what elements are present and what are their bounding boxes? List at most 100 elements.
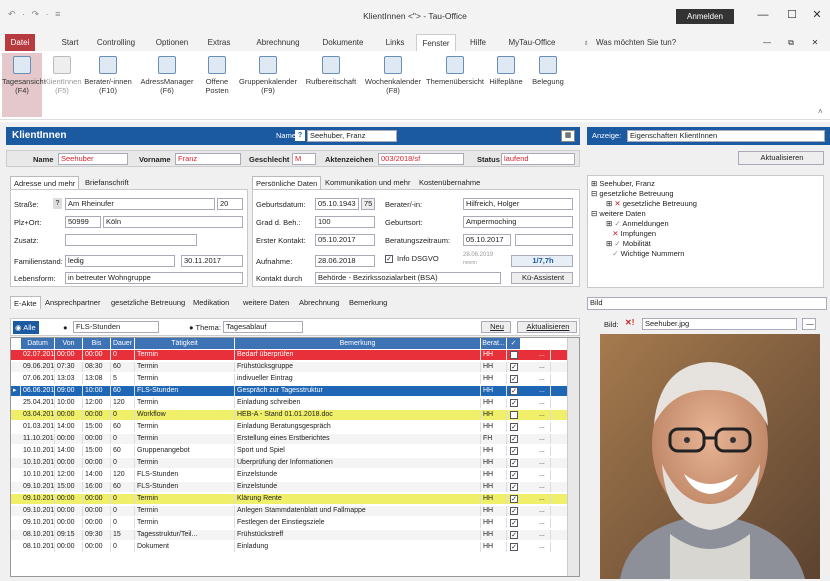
row-more-icon[interactable]: ...	[537, 350, 551, 360]
ribbon-offene-posten-button[interactable]: Offene Posten	[200, 53, 234, 117]
table-row[interactable]: 10.10.2018 14:00 15:00 60 Gruppenangebot Spor…	[11, 446, 567, 456]
ribbon-adressmanager-button[interactable]: AdressManager (F6)	[136, 53, 198, 117]
tab-adresse[interactable]: Adresse und mehr	[10, 176, 80, 189]
table-row[interactable]: 01.03.2019 14:00 15:00 60 Termin Einladung Be…	[11, 422, 567, 432]
bild-select[interactable]: Bild	[587, 297, 827, 310]
column-header[interactable]: Tätigkeit	[135, 338, 235, 349]
row-checkbox[interactable]	[510, 411, 518, 419]
row-checkbox[interactable]: ✓	[510, 387, 518, 395]
row-more-icon[interactable]: ...	[537, 470, 551, 480]
row-more-icon[interactable]: ...	[537, 362, 551, 372]
tree-item-betreuung-child[interactable]: ⊞ ✕ gesetzliche Betreuung	[606, 199, 697, 208]
table-row[interactable]: 09.06.2019 07:30 08:30 60 Termin Frühstücksgr…	[11, 362, 567, 372]
ribbon-close-icon[interactable]: ✕	[808, 34, 822, 51]
status-select[interactable]: laufend	[501, 153, 575, 165]
vorname-field[interactable]: Franz	[175, 153, 241, 165]
login-button[interactable]: Anmelden	[676, 9, 734, 24]
row-more-icon[interactable]: ...	[537, 398, 551, 408]
tab-abrechnung-akte[interactable]: Abrechnung	[296, 296, 342, 309]
berater-select[interactable]: Hilfreich, Holger	[463, 198, 573, 210]
column-header[interactable]: Berat...	[481, 338, 507, 349]
ribbon-rufbereitschaft-button[interactable]: Rufbereitschaft	[302, 53, 360, 117]
geburtsort-field[interactable]: Ampermoching	[463, 216, 573, 228]
hausnummer-field[interactable]: 20	[217, 198, 243, 210]
filter-alle-radio[interactable]: ◉ Alle	[13, 321, 39, 334]
strasse-field[interactable]: Am Rheinufer	[65, 198, 215, 210]
tab-persoenliche-daten[interactable]: Persönliche Daten	[252, 176, 322, 189]
tree-item-impfungen[interactable]: ✕ Impfungen	[606, 229, 656, 238]
tab-links[interactable]: Links	[382, 34, 408, 51]
tree-item-mobilitaet[interactable]: ⊞ ✓ Mobilität	[606, 239, 651, 248]
row-more-icon[interactable]: ...	[537, 518, 551, 528]
beratungszeitraum-end[interactable]	[515, 234, 573, 246]
tab-datei[interactable]: Datei	[5, 34, 35, 51]
familienstand-date[interactable]: 30.11.2017	[181, 255, 243, 267]
ribbon-klientinnen-button[interactable]: KlientInnen (F5)	[44, 53, 82, 117]
tab-medikation[interactable]: Medikation	[190, 296, 232, 309]
row-more-icon[interactable]: ...	[537, 494, 551, 504]
aktualisieren-button[interactable]: Aktualisieren	[738, 151, 824, 165]
row-checkbox[interactable]: ✓	[510, 531, 518, 539]
tab-extras[interactable]: Extras	[204, 34, 234, 51]
column-header[interactable]: Datum	[21, 338, 55, 349]
tree-item-betreuung[interactable]: ⊟ gesetzliche Betreuung	[591, 189, 674, 198]
tell-me-search[interactable]: Was möchten Sie tun?	[596, 34, 686, 51]
row-more-icon[interactable]: ...	[537, 506, 551, 516]
geschlecht-select[interactable]: M	[292, 153, 316, 165]
delete-image-icon[interactable]: ✕!	[625, 318, 634, 327]
ribbon-wochenkalender-button[interactable]: Wochenkalender (F8)	[362, 53, 424, 117]
row-checkbox[interactable]: ✓	[510, 507, 518, 515]
row-more-icon[interactable]: ...	[537, 386, 551, 396]
ribbon-collapse-icon[interactable]: ˄	[818, 107, 823, 116]
beratungszeitraum-start[interactable]: 05.10.2017	[463, 234, 511, 246]
row-more-icon[interactable]: ...	[537, 458, 551, 468]
column-header[interactable]: Von	[55, 338, 83, 349]
column-header[interactable]: ✓	[507, 338, 521, 349]
row-checkbox[interactable]	[510, 351, 518, 359]
ribbon-berater-button[interactable]: Berater/-innen (F10)	[82, 53, 134, 117]
tab-e-akte[interactable]: E-Akte	[10, 296, 41, 309]
column-header[interactable]: Dauer	[111, 338, 135, 349]
tree-item-anmeldungen[interactable]: ⊞ ✓ Anmeldungen	[606, 219, 669, 228]
filter-fls-select[interactable]: FLS-Stunden	[73, 321, 159, 333]
ribbon-restore-icon[interactable]: ⧉	[784, 34, 798, 51]
tab-weitere-daten[interactable]: weitere Daten	[240, 296, 292, 309]
row-checkbox[interactable]: ✓	[510, 495, 518, 503]
row-checkbox[interactable]: ✓	[510, 435, 518, 443]
row-checkbox[interactable]: ✓	[510, 363, 518, 371]
row-more-icon[interactable]: ...	[537, 482, 551, 492]
aufnahme-field[interactable]: 28.06.2018	[315, 255, 375, 267]
tab-briefanschrift[interactable]: Briefanschrift	[82, 176, 132, 189]
bild-options-button[interactable]: —	[802, 318, 816, 330]
bild-file-field[interactable]: Seehuber.jpg	[642, 318, 797, 330]
tab-start[interactable]: Start	[58, 34, 82, 51]
anzeige-select[interactable]: Eigenschaften KlientInnen	[627, 130, 825, 142]
help-icon[interactable]: ?	[295, 130, 305, 141]
lebensform-select[interactable]: in betreuter Wohngruppe	[65, 272, 243, 284]
row-more-icon[interactable]: ...	[537, 374, 551, 384]
ribbon-belegung-button[interactable]: Belegung	[528, 53, 568, 117]
table-row[interactable]: 25.04.2019 10:00 12:00 120 Termin Einladung s…	[11, 398, 567, 408]
tab-ansprechpartner[interactable]: Ansprechpartner	[42, 296, 103, 309]
tab-dokumente[interactable]: Dokumente	[318, 34, 368, 51]
tab-gesetzliche-betreuung[interactable]: gesetzliche Betreuung	[108, 296, 188, 309]
ribbon-minimize-icon[interactable]: —	[760, 34, 774, 51]
table-row[interactable]: 11.10.2018 00:00 00:00 0 Termin Erstellung ei…	[11, 434, 567, 444]
filter-thema-select[interactable]: Tagesablauf	[223, 321, 303, 333]
filter-aktualisieren-button[interactable]: Aktualisieren	[517, 321, 577, 333]
row-more-icon[interactable]: ...	[537, 542, 551, 552]
ribbon-gruppenkalender-button[interactable]: Gruppenkalender (F9)	[236, 53, 300, 117]
geburtsdatum-field[interactable]: 05.10.1943	[315, 198, 359, 210]
row-checkbox[interactable]: ✓	[510, 459, 518, 467]
tab-mytau-office[interactable]: MyTau-Office	[504, 34, 560, 51]
tab-optionen[interactable]: Optionen	[152, 34, 192, 51]
kontakt-durch-select[interactable]: Behörde - Bezirkssozialarbeit (BSA)	[315, 272, 501, 284]
table-row[interactable]: 10.10.2018 00:00 00:00 0 Termin Überprüfung d…	[11, 458, 567, 468]
ribbon-tagesansicht-button[interactable]: Tagesansicht (F4)	[2, 53, 46, 117]
zusatz-field[interactable]	[65, 234, 197, 246]
column-header[interactable]: Bemerkung	[235, 338, 481, 349]
tree-root[interactable]: ⊞ Seehuber, Franz	[591, 179, 655, 188]
row-checkbox[interactable]: ✓	[510, 471, 518, 479]
row-checkbox[interactable]: ✓	[510, 447, 518, 455]
grad-field[interactable]: 100	[315, 216, 375, 228]
